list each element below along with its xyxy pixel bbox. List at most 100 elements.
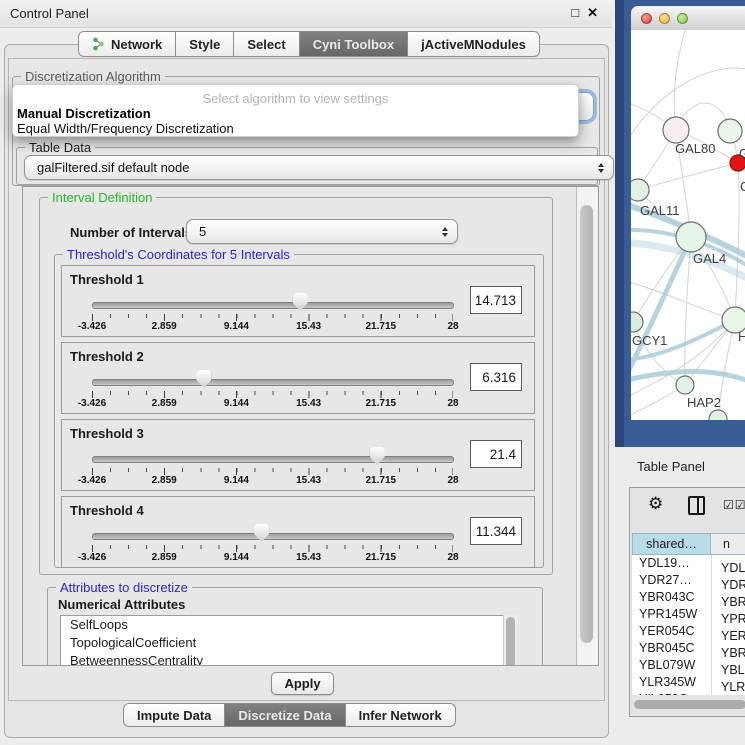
attributes-group-title: Attributes to discretize	[56, 580, 192, 595]
slider-tick-labels: -3.426 2.859 9.144 15.43 21.715 28	[92, 552, 453, 564]
table-row[interactable]: YPR145WYPR1	[632, 606, 745, 623]
svg-text:GCY1: GCY1	[632, 333, 667, 348]
interval-definition-title: Interval Definition	[48, 190, 156, 205]
list-item[interactable]: TopologicalCoefficient	[61, 634, 504, 652]
tab-select[interactable]: Select	[234, 31, 299, 57]
threshold-4-label: Threshold 4	[70, 503, 144, 518]
slider-tick-labels: -3.426 2.859 9.144 15.43 21.715 28	[92, 321, 453, 333]
split-columns-icon[interactable]	[688, 496, 705, 515]
threshold-3-label: Threshold 3	[70, 426, 144, 441]
table-row[interactable]: YIL052CYIL0	[632, 691, 745, 695]
table-row[interactable]: YBR043CYBR0	[632, 589, 745, 606]
threshold-2-label: Threshold 2	[70, 349, 144, 364]
checkbox-columns-icon[interactable]: ☑☑	[723, 498, 745, 512]
tab-cyni-toolbox[interactable]: Cyni Toolbox	[300, 31, 408, 57]
list-item[interactable]: SelfLoops	[61, 616, 504, 634]
threshold-4-slider-thumb[interactable]	[254, 524, 269, 542]
list-item[interactable]: BetweennessCentrality	[61, 652, 504, 666]
gear-icon[interactable]: ⚙	[648, 494, 663, 514]
threshold-4-panel: Threshold 4 -3.426 2.859 9.144 15.43 21.…	[61, 496, 535, 568]
dropdown-option-equal-width[interactable]: Equal Width/Frequency Discretization	[17, 121, 234, 136]
table-data-combobox[interactable]: galFiltered.sif default node	[24, 155, 614, 180]
combo-arrows-icon	[598, 163, 604, 173]
svg-text:GA: GA	[739, 146, 745, 161]
node-gcy1[interactable]	[631, 312, 643, 332]
node-bottom[interactable]	[709, 410, 727, 420]
tab-infer-network[interactable]: Infer Network	[346, 703, 456, 727]
numerical-attributes-label: Numerical Attributes	[58, 597, 185, 612]
thresholds-group-title: Threshold's Coordinates for 5 Intervals	[63, 247, 294, 262]
node-gal4[interactable]	[676, 222, 706, 252]
threshold-1-value-field[interactable]: 14.713	[470, 286, 522, 314]
table-row[interactable]: YBR045CYBR0	[632, 640, 745, 657]
tab-network[interactable]: Network	[78, 31, 176, 57]
algorithm-dropdown-popup: Select algorithm to view settings Manual…	[12, 84, 579, 137]
tab-jactivemnodules[interactable]: jActiveMNodules	[408, 31, 540, 57]
svg-text:HAP2: HAP2	[687, 395, 721, 410]
table-row[interactable]: YDR27…YDR2	[632, 572, 745, 589]
discretization-algorithm-title: Discretization Algorithm	[21, 69, 165, 84]
table-panel: Table Panel ⚙ ☑☑ shared… n YDL19…YDL1 YD…	[615, 447, 745, 745]
svg-text:GAL4: GAL4	[693, 251, 726, 266]
settings-scroll-viewport: Interval Definition Number of Intervals …	[22, 186, 599, 666]
node-hap2[interactable]	[676, 376, 694, 394]
svg-text:GAL11: GAL11	[640, 203, 680, 218]
interval-definition-group: Interval Definition Number of Intervals …	[39, 197, 553, 575]
attributes-group: Attributes to discretize Numerical Attri…	[47, 587, 543, 666]
dropdown-option-manual[interactable]: Manual Discretization	[17, 106, 151, 121]
table-row[interactable]: YLR345WYLR3	[632, 674, 745, 691]
number-of-intervals-label: Number of Intervals	[70, 225, 192, 240]
close-window-icon[interactable]	[641, 13, 652, 24]
table-data-title: Table Data	[25, 140, 95, 155]
svg-text:C: C	[740, 179, 745, 194]
slider-major-ticks	[92, 314, 453, 321]
column-header-shared-name[interactable]: shared…	[632, 533, 711, 555]
threshold-4-value-field[interactable]: 11.344	[470, 517, 522, 545]
minimize-window-icon[interactable]	[659, 13, 670, 24]
dropdown-prompt: Select algorithm to view settings	[13, 91, 578, 106]
tab-style[interactable]: Style	[176, 31, 234, 57]
table-row[interactable]: YER054CYER0	[632, 623, 745, 640]
table-panel-box: ⚙ ☑☑ shared… n YDL19…YDL1 YDR27…YDR2 YBR…	[629, 487, 745, 717]
number-of-intervals-combobox[interactable]: 5	[186, 219, 458, 244]
threshold-2-panel: Threshold 2 -3.426 2.859 9.144 15.43 21.…	[61, 342, 535, 414]
threshold-2-slider-thumb[interactable]	[196, 370, 211, 388]
float-window-icon[interactable]: □	[571, 5, 579, 21]
node-table[interactable]: YDL19…YDL1 YDR27…YDR2 YBR043CYBR0 YPR145…	[632, 555, 745, 695]
slider-major-ticks	[92, 391, 453, 398]
control-panel-titlebar: Control Panel □ ✕	[0, 0, 612, 28]
network-window-titlebar[interactable]	[631, 6, 745, 31]
settings-vertical-scrollbar[interactable]	[576, 187, 598, 665]
threshold-2-value-field[interactable]: 6.316	[470, 363, 522, 391]
combo-arrows-icon	[442, 227, 448, 237]
table-horizontal-scrollbar[interactable]	[634, 700, 745, 709]
numerical-attributes-list[interactable]: SelfLoops TopologicalCoefficient Between…	[60, 615, 505, 666]
column-header-name[interactable]: n	[711, 533, 745, 555]
threshold-3-slider-thumb[interactable]	[370, 447, 385, 465]
panel-title: Control Panel	[10, 6, 89, 21]
network-canvas[interactable]: GAL80 GA C GAL11 GAL4 GCY1 H HAP2	[631, 30, 745, 420]
slider-major-ticks	[92, 545, 453, 552]
table-row[interactable]: YDL19…YDL1	[632, 555, 745, 572]
close-panel-icon[interactable]: ✕	[587, 5, 598, 21]
threshold-1-slider-thumb[interactable]	[293, 293, 308, 311]
table-row[interactable]: YBL079WYBL0	[632, 657, 745, 674]
zoom-window-icon[interactable]	[677, 13, 688, 24]
threshold-1-label: Threshold 1	[70, 272, 144, 287]
control-panel-tabs: Network Style Select Cyni Toolbox jActiv…	[78, 31, 540, 57]
apply-button[interactable]: Apply	[271, 672, 334, 695]
threshold-3-panel: Threshold 3 -3.426 2.859 9.144 15.43 21.…	[61, 419, 535, 491]
node-top-right[interactable]	[718, 119, 742, 143]
tab-impute-data[interactable]: Impute Data	[123, 703, 225, 727]
threshold-3-value-field[interactable]: 21.4	[470, 440, 522, 468]
network-view-frame-edge	[615, 0, 624, 447]
threshold-1-panel: Threshold 1 -3.426 2.859 9.144 15.43 21.…	[61, 265, 535, 337]
node-gal80[interactable]	[663, 117, 689, 143]
node-gal11[interactable]	[631, 179, 649, 201]
slider-tick-labels: -3.426 2.859 9.144 15.43 21.715 28	[92, 475, 453, 487]
slider-tick-labels: -3.426 2.859 9.144 15.43 21.715 28	[92, 398, 453, 410]
svg-text:H: H	[738, 329, 745, 344]
thresholds-group: Threshold's Coordinates for 5 Intervals …	[54, 254, 544, 568]
tab-discretize-data[interactable]: Discretize Data	[225, 703, 345, 727]
attributes-list-scrollbar[interactable]	[503, 615, 518, 666]
